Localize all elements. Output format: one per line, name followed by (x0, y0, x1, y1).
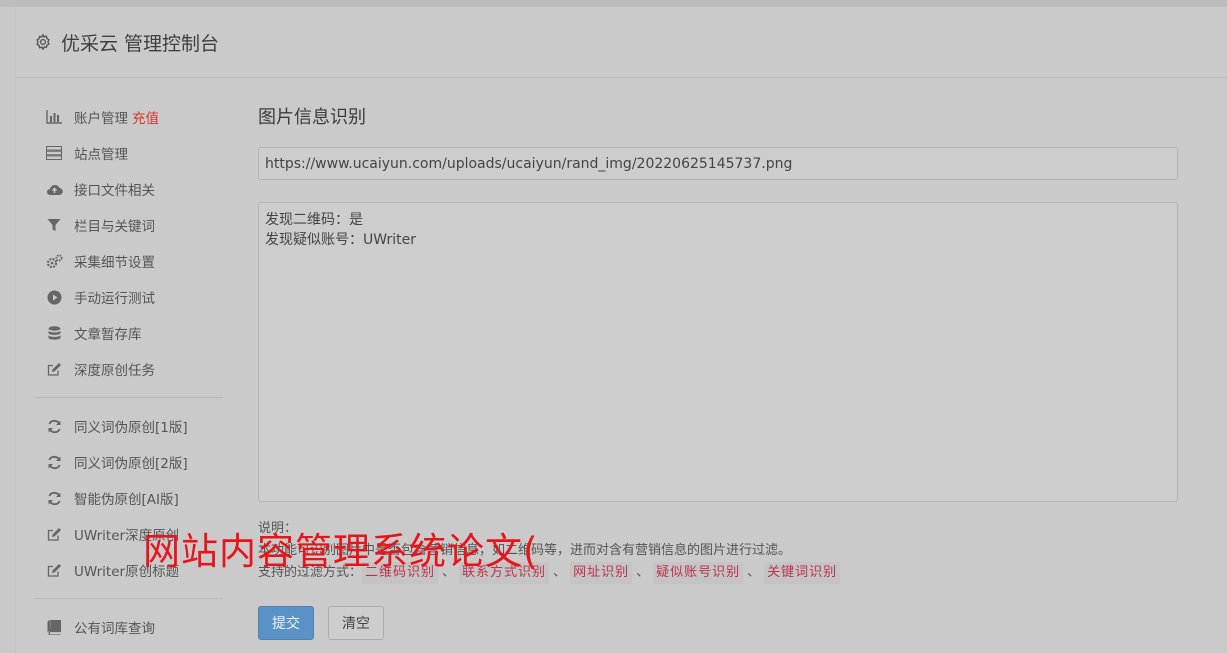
sidebar-item-sites[interactable]: 站点管理 (34, 135, 223, 171)
recharge-link[interactable]: 充值 (132, 107, 159, 127)
sidebar-item-label: 接口文件相关 (74, 183, 155, 199)
book-icon (45, 618, 63, 636)
filter-separator: 、 (747, 565, 761, 580)
filter-separator: 、 (553, 565, 567, 580)
clear-button[interactable]: 清空 (328, 606, 384, 640)
edit-icon (45, 561, 63, 579)
sidebar-item-label: 站点管理 (74, 147, 128, 163)
watermark-text: 网站内容管理系统论文( (143, 530, 539, 573)
action-buttons: 提交 清空 (258, 606, 1178, 640)
sidebar-item-columns-keywords[interactable]: 栏目与关键词 (34, 207, 223, 243)
sidebar-item-label: 账户管理 (74, 111, 128, 127)
refresh-icon (45, 453, 63, 471)
sidebar-item-synonym-v2[interactable]: 同义词伪原创[2版] (34, 444, 223, 480)
sidebar-item-label: 深度原创任务 (74, 363, 155, 379)
filter-tag-url: 网址识别 (570, 562, 633, 584)
edit-icon (45, 525, 63, 543)
sidebar-item-label: 栏目与关键词 (74, 219, 155, 235)
filter-icon (45, 216, 63, 234)
filter-tag-keyword: 关键词识别 (764, 562, 841, 584)
result-textarea[interactable]: 发现二维码：是 发现疑似账号：UWriter (258, 202, 1178, 502)
gear-icon (33, 32, 53, 52)
sidebar-item-synonym-v1[interactable]: 同义词伪原创[1版] (34, 408, 223, 444)
sidebar-item-label: 公有词库查询 (74, 621, 155, 637)
play-circle-icon (45, 288, 63, 306)
page-title: 图片信息识别 (258, 107, 366, 128)
refresh-icon (45, 417, 63, 435)
cloud-upload-icon (45, 180, 63, 198)
edit-icon (45, 360, 63, 378)
sidebar-item-public-dictionary[interactable]: 公有词库查询 (34, 609, 223, 645)
sidebar-item-label: 采集细节设置 (74, 255, 155, 271)
sidebar-item-label: 文章暂存库 (74, 327, 142, 343)
sidebar-item-article-storage[interactable]: 文章暂存库 (34, 315, 223, 351)
bar-chart-icon (45, 108, 63, 126)
sidebar-item-account[interactable]: 账户管理 充值 (34, 99, 223, 135)
page-header-title: 优采云 管理控制台 (61, 32, 220, 55)
sidebar-item-collect-settings[interactable]: 采集细节设置 (34, 243, 223, 279)
sidebar-item-deep-original[interactable]: 深度原创任务 (34, 351, 223, 387)
sidebar-item-label: 智能伪原创[AI版] (74, 492, 179, 508)
submit-button[interactable]: 提交 (258, 606, 314, 640)
refresh-icon (45, 489, 63, 507)
browser-top-strip (0, 0, 1227, 7)
sidebar-item-ai-pseudo[interactable]: 智能伪原创[AI版] (34, 480, 223, 516)
sidebar-item-label: 同义词伪原创[2版] (74, 456, 188, 472)
sidebar-item-label: 同义词伪原创[1版] (74, 420, 188, 436)
sidebar-item-manual-run[interactable]: 手动运行测试 (34, 279, 223, 315)
server-icon (45, 144, 63, 162)
page-header: 优采云 管理控制台 (16, 7, 1227, 78)
cogs-icon (45, 252, 63, 270)
sidebar-item-label: 手动运行测试 (74, 291, 155, 307)
database-icon (45, 324, 63, 342)
sidebar-divider (34, 598, 223, 599)
sidebar-divider (34, 397, 223, 398)
sidebar-item-api-files[interactable]: 接口文件相关 (34, 171, 223, 207)
filter-separator: 、 (636, 565, 650, 580)
image-url-input[interactable] (258, 147, 1178, 180)
filter-tag-account: 疑似账号识别 (653, 562, 744, 584)
